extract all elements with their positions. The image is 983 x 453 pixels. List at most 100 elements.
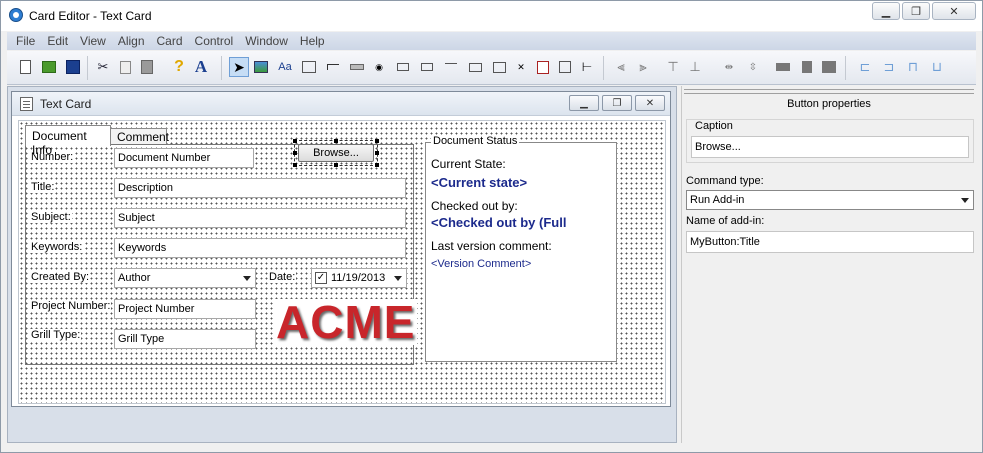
- document-info-panel: Number: Document Number Browse... Title:: [25, 139, 418, 365]
- grid-tool-icon[interactable]: [555, 57, 575, 77]
- acme-logo: ACME: [274, 296, 418, 348]
- anchor-right-icon[interactable]: ⊐: [879, 57, 899, 77]
- resize-handle[interactable]: [375, 163, 379, 167]
- panel-grip[interactable]: [684, 89, 974, 94]
- same-width-icon[interactable]: [773, 57, 793, 77]
- resize-handle[interactable]: [293, 139, 297, 143]
- project-number-field[interactable]: Project Number: [114, 299, 256, 319]
- anchor-left-icon[interactable]: ⊏: [855, 57, 875, 77]
- window-title: Card Editor - Text Card: [29, 9, 152, 23]
- date-checkbox[interactable]: ✓: [315, 272, 327, 284]
- number-field[interactable]: Document Number: [114, 148, 254, 168]
- chevron-down-icon: [394, 276, 402, 281]
- close-box-tool-icon[interactable]: ✕: [511, 57, 531, 77]
- menu-file[interactable]: File: [11, 34, 42, 48]
- created-by-value: Author: [118, 272, 151, 284]
- save-icon[interactable]: [63, 57, 83, 77]
- child-maximize-button[interactable]: ❐: [602, 95, 632, 111]
- radio-tool-icon[interactable]: ◉: [369, 57, 389, 77]
- same-size-icon[interactable]: [819, 57, 839, 77]
- font-icon[interactable]: A: [191, 57, 211, 77]
- align-bottom-icon[interactable]: ⊥: [685, 57, 705, 77]
- app-icon: [9, 8, 23, 22]
- minimize-button[interactable]: ▁: [872, 2, 900, 20]
- copy-icon[interactable]: [115, 57, 135, 77]
- textbox-tool-icon[interactable]: [299, 57, 319, 77]
- line-tool-icon[interactable]: [323, 57, 343, 77]
- date-tool-icon[interactable]: [533, 57, 553, 77]
- anchor-bottom-icon[interactable]: ⊔: [927, 57, 947, 77]
- menu-align[interactable]: Align: [113, 34, 152, 48]
- menu-edit[interactable]: Edit: [42, 34, 75, 48]
- toolbar-separator: [845, 56, 846, 80]
- tab-tool-icon[interactable]: [489, 57, 509, 77]
- menu-help[interactable]: Help: [295, 34, 332, 48]
- resize-handle[interactable]: [293, 163, 297, 167]
- new-icon[interactable]: [15, 57, 35, 77]
- checked-out-value: <Checked out by (Full: [431, 215, 567, 230]
- label-tool-icon[interactable]: Aa: [275, 57, 295, 77]
- resize-handle[interactable]: [375, 151, 379, 155]
- menu-view[interactable]: View: [75, 34, 113, 48]
- tab-document-info[interactable]: Document Info: [25, 125, 111, 157]
- grill-type-field[interactable]: Grill Type: [114, 329, 256, 349]
- anchor-top-icon[interactable]: ⊓: [903, 57, 923, 77]
- close-button[interactable]: ✕: [932, 2, 976, 20]
- group-tool-icon[interactable]: [441, 57, 461, 77]
- current-state-label: Current State:: [431, 157, 506, 171]
- pointer-tool-icon[interactable]: ➤: [229, 57, 249, 77]
- title-label: Title:: [30, 181, 56, 193]
- resize-handle[interactable]: [334, 163, 338, 167]
- child-window-title: Text Card: [40, 97, 92, 111]
- browse-button[interactable]: Browse...: [298, 144, 374, 162]
- image-tool-icon[interactable]: [251, 57, 271, 77]
- date-picker[interactable]: ✓ 11/19/2013: [311, 268, 407, 288]
- keywords-field[interactable]: Keywords: [114, 238, 406, 258]
- child-close-button[interactable]: ✕: [635, 95, 665, 111]
- text-card-window: Text Card ▁ ❐ ✕ Document Info Comment Nu…: [11, 91, 671, 407]
- workspace: Text Card ▁ ❐ ✕ Document Info Comment Nu…: [7, 86, 677, 443]
- space-horizontal-icon[interactable]: ⇹: [719, 57, 739, 77]
- browse-selection[interactable]: Browse...: [293, 139, 379, 167]
- properties-title: Button properties: [787, 98, 871, 110]
- maximize-button[interactable]: ❐: [902, 2, 930, 20]
- tab-comment[interactable]: Comment: [110, 128, 169, 145]
- menu-bar: File Edit View Align Card Control Window…: [7, 32, 976, 50]
- same-height-icon[interactable]: [797, 57, 817, 77]
- align-top-icon[interactable]: ⊤: [663, 57, 683, 77]
- open-icon[interactable]: [39, 57, 59, 77]
- command-type-value: Run Add-in: [690, 194, 745, 206]
- title-field[interactable]: Description: [114, 178, 406, 198]
- subject-field[interactable]: Subject: [114, 208, 406, 228]
- title-bar: Card Editor - Text Card ▁ ❐ ✕: [1, 1, 982, 31]
- align-right-icon[interactable]: ⫸: [633, 57, 653, 77]
- resize-handle[interactable]: [334, 139, 338, 143]
- bar-tool-icon[interactable]: [347, 57, 367, 77]
- resize-handle[interactable]: [375, 139, 379, 143]
- card-canvas[interactable]: Document Info Comment Number: Document N…: [18, 120, 666, 404]
- resize-handle[interactable]: [293, 151, 297, 155]
- toolbar: ✂ ? A ➤ Aa ◉ ✕ ⊢ ⫷ ⫸ ⊤ ⊥ ⇹ ⇳ ⊏ ⊐ ⊓ ⊔: [7, 51, 976, 85]
- document-status-group: Document Status Current State: <Current …: [425, 135, 617, 362]
- document-status-title: Document Status: [431, 135, 520, 147]
- command-type-select[interactable]: Run Add-in: [686, 190, 974, 210]
- caption-field[interactable]: Browse...: [691, 136, 969, 158]
- created-by-select[interactable]: Author: [114, 268, 256, 288]
- menu-window[interactable]: Window: [240, 34, 295, 48]
- addin-field[interactable]: MyButton:Title: [686, 231, 974, 253]
- cut-icon[interactable]: ✂: [93, 57, 113, 77]
- document-icon: [20, 97, 33, 111]
- last-comment-value: <Version Comment>: [431, 258, 532, 270]
- checkbox-tool-icon[interactable]: [393, 57, 413, 77]
- paste-icon[interactable]: [137, 57, 157, 77]
- align-left-icon[interactable]: ⫷: [611, 57, 631, 77]
- tree-tool-icon[interactable]: ⊢: [577, 57, 597, 77]
- space-vertical-icon[interactable]: ⇳: [743, 57, 763, 77]
- last-comment-label: Last version comment:: [431, 239, 552, 253]
- frame-tool-icon[interactable]: [465, 57, 485, 77]
- help-icon[interactable]: ?: [169, 57, 189, 77]
- menu-card[interactable]: Card: [152, 34, 190, 48]
- child-minimize-button[interactable]: ▁: [569, 95, 599, 111]
- menu-control[interactable]: Control: [190, 34, 241, 48]
- list-tool-icon[interactable]: [417, 57, 437, 77]
